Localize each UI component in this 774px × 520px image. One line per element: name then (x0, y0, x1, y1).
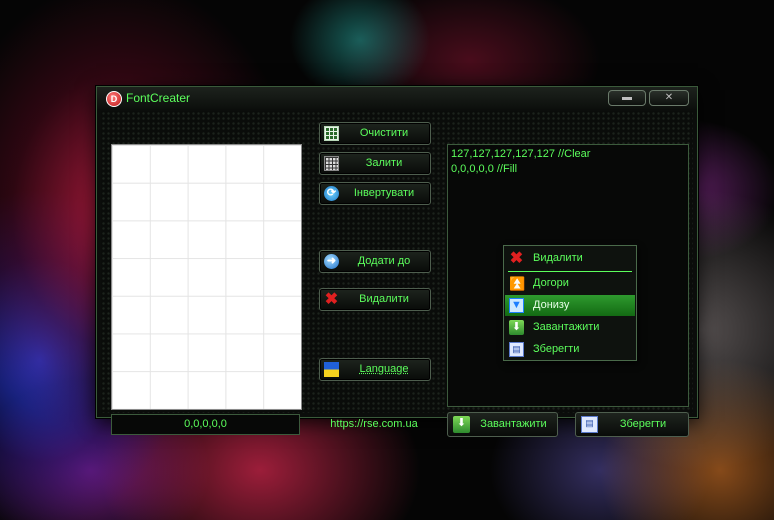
menu-item-move-up[interactable]: ⏫ Догори (505, 273, 635, 294)
save-icon: ▤ (581, 416, 598, 433)
menu-item-label: Донизу (533, 299, 570, 311)
app-window: D FontCreater ▬ ✕ 0,0,0,0,0 Очистити Зал… (96, 86, 698, 437)
close-x-icon: ✖ (324, 291, 339, 308)
menu-item-move-down[interactable]: ▼ Донизу (505, 295, 635, 316)
title-bar[interactable]: D FontCreater ▬ ✕ (97, 87, 697, 109)
language-button[interactable]: Language (319, 358, 431, 381)
table-icon (324, 126, 339, 141)
delete-button-label: Видалити (359, 293, 409, 305)
fill-button-label: Залити (365, 157, 403, 169)
menu-separator (508, 271, 632, 272)
window-body: 0,0,0,0,0 Очистити Залити ⟳ Інвертувати … (101, 111, 693, 437)
menu-item-label: Видалити (533, 252, 583, 264)
website-link[interactable]: https://rse.com.ua (319, 418, 429, 430)
move-up-icon: ⏫ (509, 276, 526, 291)
invert-button-label: Інвертувати (353, 187, 415, 199)
arrow-right-icon: ➜ (324, 254, 339, 269)
menu-item-save[interactable]: ▤ Зберегти (505, 339, 635, 360)
ukraine-flag-icon (324, 362, 339, 377)
refresh-icon: ⟳ (324, 186, 339, 201)
download-icon: ⬇ (509, 320, 524, 335)
save-button-label: Зберегти (619, 418, 667, 430)
close-x-icon: ✖ (509, 250, 524, 267)
menu-item-label: Зберегти (533, 343, 580, 355)
window-title: FontCreater (126, 91, 191, 105)
fill-button[interactable]: Залити (319, 152, 431, 175)
glyph-editor-canvas[interactable] (111, 144, 302, 410)
save-icon: ▤ (509, 342, 524, 357)
move-down-icon: ▼ (509, 298, 524, 313)
menu-item-label: Завантажити (533, 321, 600, 333)
context-menu: ✖ Видалити ⏫ Догори ▼ Донизу ⬇ Завантажи… (503, 245, 637, 361)
save-button[interactable]: ▤ Зберегти (575, 412, 689, 437)
clear-button-label: Очистити (359, 127, 409, 139)
menu-item-delete[interactable]: ✖ Видалити (505, 248, 635, 269)
add-to-button-label: Додати до (357, 255, 411, 267)
download-icon: ⬇ (453, 416, 470, 433)
invert-button[interactable]: ⟳ Інвертувати (319, 182, 431, 205)
glyph-value-display: 0,0,0,0,0 (111, 414, 300, 435)
close-button[interactable]: ✕ (649, 90, 689, 106)
app-icon: D (106, 91, 122, 107)
load-button-label: Завантажити (480, 418, 547, 430)
minimize-button[interactable]: ▬ (608, 90, 646, 106)
delete-button[interactable]: ✖ Видалити (319, 288, 431, 311)
grid-icon (324, 156, 339, 171)
language-button-label: Language (359, 363, 409, 375)
menu-item-label: Догори (533, 277, 569, 289)
add-to-button[interactable]: ➜ Додати до (319, 250, 431, 273)
clear-button[interactable]: Очистити (319, 122, 431, 145)
load-button[interactable]: ⬇ Завантажити (447, 412, 558, 437)
code-line: 0,0,0,0,0 //Fill (451, 163, 518, 175)
menu-item-load[interactable]: ⬇ Завантажити (505, 317, 635, 338)
code-line: 127,127,127,127,127 //Clear (451, 148, 591, 160)
